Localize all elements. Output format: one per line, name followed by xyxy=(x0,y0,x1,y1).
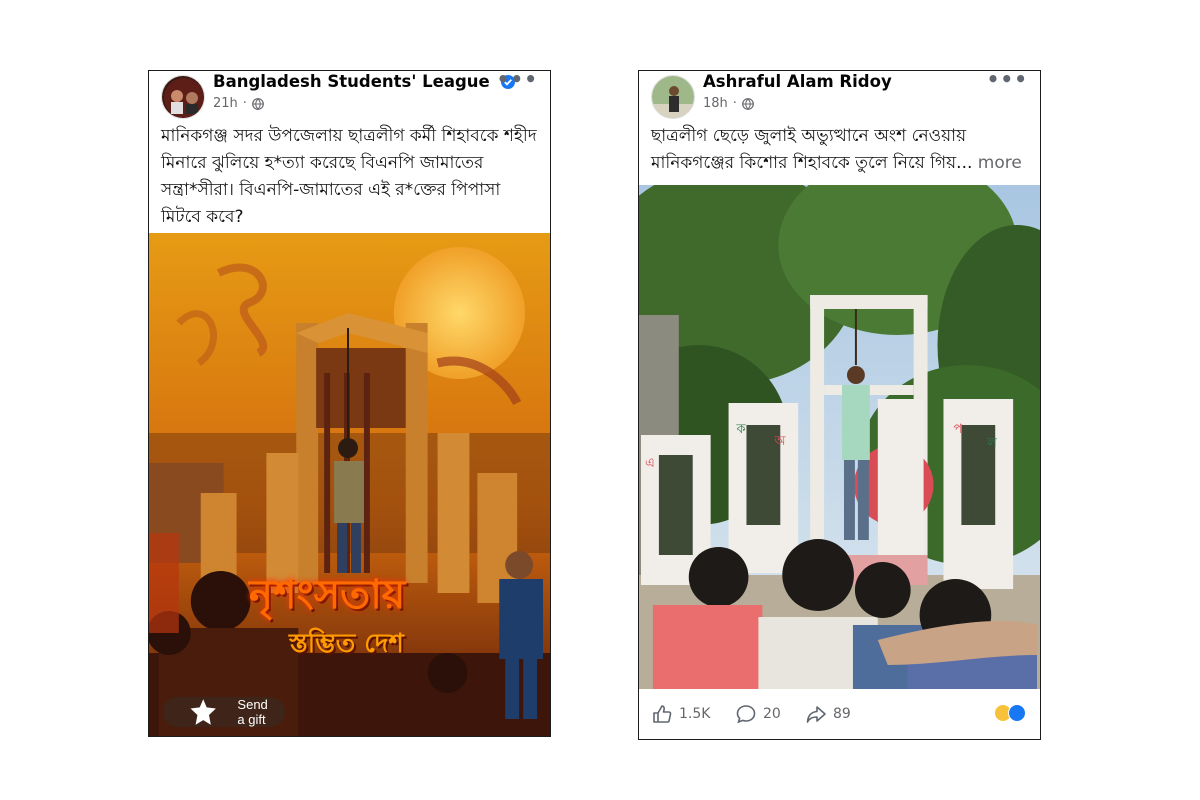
post-header: Bangladesh Students' League 21h · ••• xyxy=(149,71,550,123)
author-avatar[interactable] xyxy=(161,75,205,119)
svg-text:অ: অ xyxy=(773,434,786,449)
share-count: 89 xyxy=(833,706,851,722)
post-time[interactable]: 21h xyxy=(213,96,238,111)
author-name[interactable]: Ashraful Alam Ridoy xyxy=(703,72,892,91)
share-button[interactable]: 89 xyxy=(805,703,851,725)
post-photo[interactable]: এ ক অ প ল xyxy=(639,185,1040,689)
svg-text:ক: ক xyxy=(736,422,747,437)
author-avatar[interactable] xyxy=(651,75,695,119)
gift-icon xyxy=(190,699,216,725)
svg-text:এ: এ xyxy=(645,456,655,471)
poster-subtitle: স্তম্ভিত দেশ xyxy=(289,629,404,659)
author-name-text[interactable]: Bangladesh Students' League xyxy=(213,72,490,91)
like-count: 1.5K xyxy=(679,706,711,722)
reaction-summary[interactable] xyxy=(994,704,1026,722)
like-button[interactable]: 1.5K xyxy=(651,703,710,725)
post-caption: ছাত্রলীগ ছেড়ে জুলাই অভ্যুত্থানে অংশ নেও… xyxy=(639,123,1040,183)
post-meta: 21h · xyxy=(213,96,264,111)
send-gift-button[interactable]: Send a gift xyxy=(163,697,286,727)
post-image[interactable]: নৃশংসতায় স্তম্ভিত দেশ Send a gift xyxy=(149,233,550,736)
svg-text:প: প xyxy=(953,422,962,437)
send-gift-label: Send a gift xyxy=(237,697,268,727)
post-caption-text: ছাত্রলীগ ছেড়ে জুলাই অভ্যুত্থানে অংশ নেও… xyxy=(651,126,973,173)
post-header: Ashraful Alam Ridoy 18h · ••• xyxy=(639,71,1040,123)
meta-separator: · xyxy=(242,96,247,111)
post-time[interactable]: 18h xyxy=(703,96,728,111)
poster-title: নৃশংসতায় xyxy=(249,572,406,618)
meta-separator: · xyxy=(732,96,737,111)
more-options-button[interactable]: ••• xyxy=(497,71,538,89)
like-reaction-icon xyxy=(1008,704,1026,722)
like-icon xyxy=(653,705,672,723)
globe-icon xyxy=(742,97,754,110)
photo-martyr-monument: এ ক অ প ল xyxy=(639,185,1040,689)
post-card-ridoy: Ashraful Alam Ridoy 18h · ••• ছাত্রলীগ ছ… xyxy=(638,70,1041,740)
post-meta: 18h · xyxy=(703,96,754,111)
post-action-bar: 1.5K 20 89 xyxy=(639,691,1040,739)
see-more-link[interactable]: more xyxy=(978,153,1022,173)
share-icon xyxy=(806,706,826,723)
comment-count: 20 xyxy=(763,706,781,722)
comment-button[interactable]: 20 xyxy=(735,703,781,725)
svg-text:ল: ল xyxy=(986,436,997,451)
author-name-text[interactable]: Ashraful Alam Ridoy xyxy=(703,72,892,91)
globe-icon xyxy=(252,97,264,110)
post-caption: মানিকগঞ্জ সদর উপজেলায় ছাত্রলীগ কর্মী শি… xyxy=(161,126,537,227)
author-name[interactable]: Bangladesh Students' League xyxy=(213,72,516,91)
post-card-bsl: Bangladesh Students' League 21h · ••• মা… xyxy=(148,70,551,737)
more-options-button[interactable]: ••• xyxy=(987,71,1028,89)
comment-icon xyxy=(736,705,756,724)
